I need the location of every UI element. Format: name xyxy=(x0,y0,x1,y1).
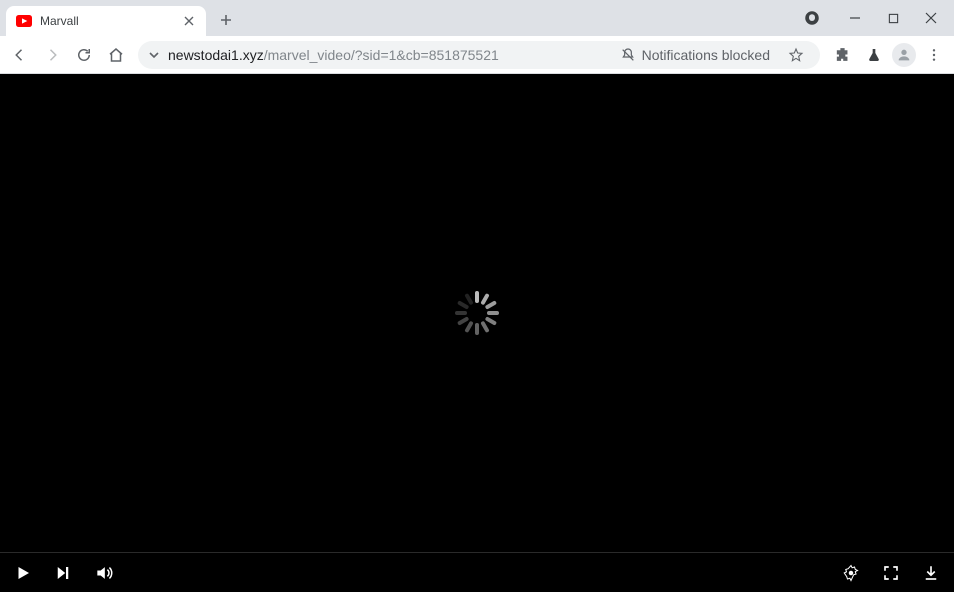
new-tab-button[interactable] xyxy=(212,6,240,34)
notifications-blocked-chip[interactable]: Notifications blocked xyxy=(620,47,774,63)
notifications-label: Notifications blocked xyxy=(642,47,770,63)
tab-strip: Marvall xyxy=(0,0,798,36)
home-button[interactable] xyxy=(102,41,130,69)
forward-button[interactable] xyxy=(38,41,66,69)
download-button[interactable] xyxy=(922,564,940,582)
fullscreen-button[interactable] xyxy=(882,564,900,582)
tab-title: Marvall xyxy=(40,14,174,28)
extensions-icon[interactable] xyxy=(828,41,856,69)
kebab-menu-icon[interactable] xyxy=(920,41,948,69)
close-icon[interactable] xyxy=(182,14,196,28)
chevron-down-icon[interactable] xyxy=(148,49,160,61)
close-window-button[interactable] xyxy=(914,4,948,32)
loading-spinner-icon xyxy=(455,291,499,335)
browser-toolbar: newstodai1.xyz/marvel_video/?sid=1&cb=85… xyxy=(0,36,954,74)
window-titlebar: Marvall xyxy=(0,0,954,36)
incognito-icon[interactable] xyxy=(798,4,826,32)
back-button[interactable] xyxy=(6,41,34,69)
url-text: newstodai1.xyz/marvel_video/?sid=1&cb=85… xyxy=(168,47,612,63)
window-controls xyxy=(798,0,954,36)
bell-off-icon xyxy=(620,47,636,63)
volume-button[interactable] xyxy=(94,563,114,583)
youtube-icon xyxy=(16,13,32,29)
url-host: newstodai1.xyz xyxy=(168,47,264,63)
video-controls xyxy=(0,552,954,592)
browser-tab[interactable]: Marvall xyxy=(6,6,206,36)
bookmark-star-icon[interactable] xyxy=(782,41,810,69)
avatar[interactable] xyxy=(892,43,916,67)
address-bar[interactable]: newstodai1.xyz/marvel_video/?sid=1&cb=85… xyxy=(138,41,820,69)
labs-icon[interactable] xyxy=(860,41,888,69)
settings-button[interactable] xyxy=(842,564,860,582)
play-button[interactable] xyxy=(14,564,32,582)
video-area[interactable] xyxy=(0,74,954,552)
maximize-button[interactable] xyxy=(876,4,910,32)
url-path: /marvel_video/?sid=1&cb=851875521 xyxy=(264,47,499,63)
next-button[interactable] xyxy=(54,564,72,582)
reload-button[interactable] xyxy=(70,41,98,69)
minimize-button[interactable] xyxy=(838,4,872,32)
